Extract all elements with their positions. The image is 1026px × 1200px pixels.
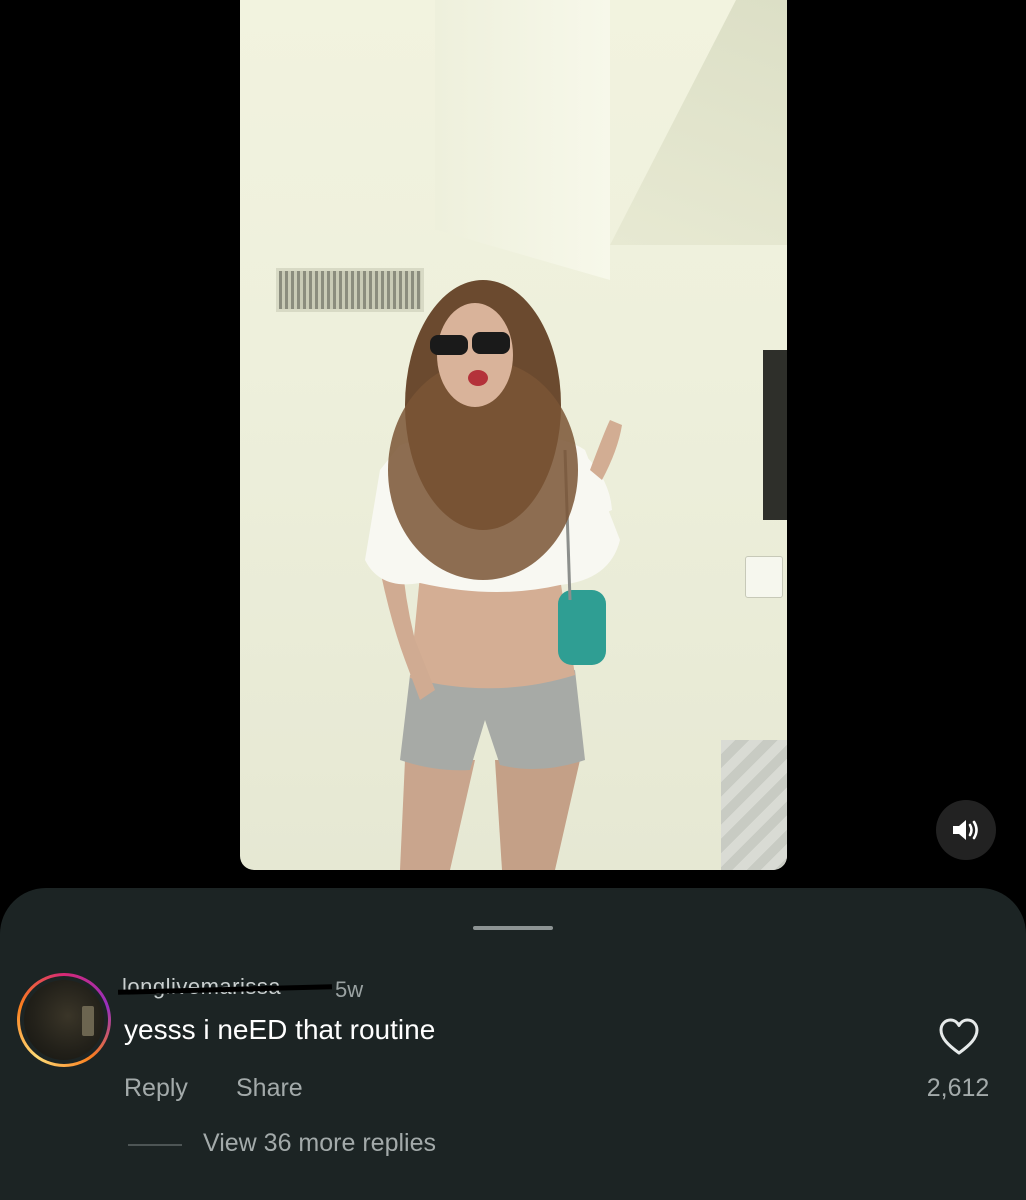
- replies-divider-line: [128, 1144, 182, 1146]
- like-count: 2,612: [926, 1074, 990, 1102]
- volume-button[interactable]: [936, 800, 996, 860]
- view-more-replies-button[interactable]: View 36 more replies: [203, 1129, 436, 1158]
- heart-outline-icon[interactable]: [938, 1017, 980, 1057]
- reel-comments-screen: longlivemarissa 5w yesss i neED that rou…: [0, 0, 1026, 1200]
- speaker-on-icon: [953, 820, 978, 840]
- sheet-drag-handle[interactable]: [473, 926, 553, 930]
- comment-text: yesss i neED that routine: [124, 1014, 436, 1045]
- comments-sheet: longlivemarissa 5w yesss i neED that rou…: [0, 888, 1026, 1200]
- avatar: [24, 980, 104, 1060]
- share-button[interactable]: Share: [236, 1074, 303, 1103]
- comment-timestamp: 5w: [335, 977, 364, 1002]
- video-subject: [365, 280, 622, 870]
- reply-button[interactable]: Reply: [124, 1074, 188, 1103]
- comment-avatar-story-ring[interactable]: [17, 973, 111, 1067]
- reel-video[interactable]: [240, 0, 787, 870]
